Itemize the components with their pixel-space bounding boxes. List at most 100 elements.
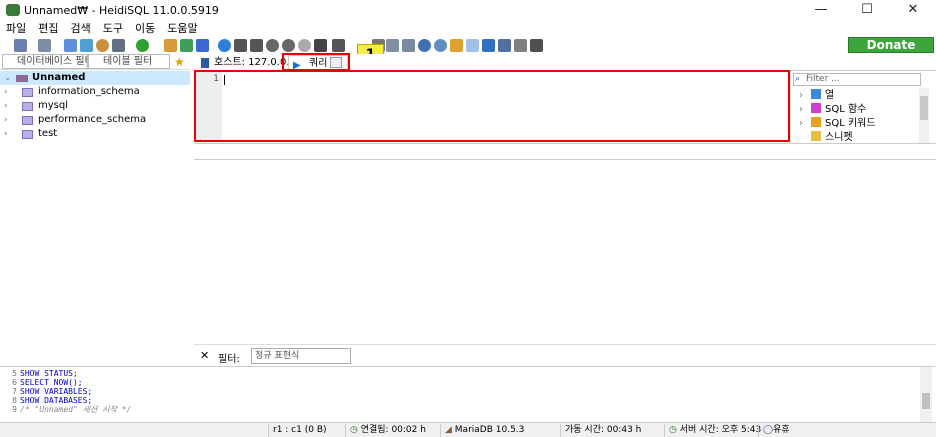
helpers-filter-input[interactable]: Filter ... [793,73,921,86]
server-icon [16,75,28,82]
print-icon[interactable] [112,39,125,52]
close-button[interactable]: ✕ [890,0,936,20]
wrap-icon[interactable] [498,39,511,52]
log-line: 6 SELECT NOW(); [12,378,83,387]
chevron-right-icon[interactable]: › [799,90,803,101]
line-number-gutter: 1 [196,72,222,140]
main-toolbar [0,36,936,54]
apply-icon[interactable] [298,39,311,52]
helper-label: SQL 키워드 [825,118,876,129]
close-tab-icon[interactable] [530,39,543,52]
filter-icon[interactable] [466,39,479,52]
log-line: 7 SHOW VARIABLES; [12,387,93,396]
close-filter-icon[interactable]: ✕ [200,349,209,362]
donate-button[interactable]: Donate [848,37,934,53]
chevron-right-icon[interactable]: › [4,113,8,127]
text-cursor [224,75,225,85]
results-area [194,160,936,344]
paste-icon[interactable] [80,39,93,52]
disconnect-icon[interactable] [38,39,51,52]
replace-icon[interactable] [434,39,447,52]
status-bar: r1 : c1 (0 B) ◷ 연결됨: 00:02 h ◢ MariaDB 1… [0,422,936,437]
key-icon [811,117,821,127]
database-icon [22,130,33,139]
chevron-right-icon[interactable]: › [4,99,8,113]
database-icon [22,102,33,111]
binary-icon[interactable] [482,39,495,52]
title-bar: Unnamed₩ - HeidiSQL 11.0.0.5919 — ☐ ✕ [0,0,936,20]
status-server-time: ◷ 서버 시간: 오후 5:43 [664,424,761,437]
session-name: Unnamed [32,72,86,83]
query-tab-highlight [282,53,350,71]
refresh-icon[interactable] [136,39,149,52]
chevron-right-icon[interactable]: › [799,104,803,115]
last-icon[interactable] [250,39,263,52]
transfer-icon[interactable] [196,39,209,52]
clear-icon[interactable] [450,39,463,52]
help-icon[interactable] [218,39,231,52]
find-icon[interactable] [418,39,431,52]
clock-icon: ◷ [350,425,361,435]
helper-item-functions[interactable]: › SQL 함수 [799,103,866,117]
delete-icon[interactable] [282,39,295,52]
status-connected: ◷ 연결됨: 00:02 h [345,424,426,437]
export-icon[interactable] [180,39,193,52]
database-name: test [38,128,58,139]
window-title: Unnamed₩ - HeidiSQL 11.0.0.5919 [24,4,219,17]
helper-item-columns[interactable]: › 열 [799,89,834,103]
copy-icon[interactable] [64,39,77,52]
query-helpers-panel: Filter ... ⌕ ›열 › SQL 함수 › SQL 키워드 ›스니펫 [790,71,930,145]
scrollbar-thumb[interactable] [920,96,928,120]
search-icon: ⌕ [795,74,801,84]
connect-icon[interactable] [14,39,27,52]
editor-results-splitter[interactable] [194,143,936,160]
tree-root-session[interactable]: ⌄ Unnamed [0,71,190,85]
result-filter-bar: ✕ 필터: 정규 표현식 [194,344,936,366]
clock-icon: ◷ [669,425,680,435]
first-icon[interactable] [234,39,247,52]
helper-label: SQL 함수 [825,104,867,115]
nulls-icon[interactable] [514,39,527,52]
load-icon[interactable] [402,39,415,52]
scrollbar-thumb[interactable] [922,393,930,409]
favorite-star-icon[interactable]: ★ [174,55,185,69]
save-icon[interactable] [386,39,399,52]
regex-filter-input[interactable]: 정규 표현식 [251,348,351,364]
add-icon[interactable] [266,39,279,52]
log-line: 9/* "Unnamed" 세션 시작 */ [12,405,132,414]
database-name: performance_schema [38,114,147,125]
run-icon[interactable] [332,39,345,52]
host-icon [201,58,209,68]
sql-log-panel: 5 SHOW STATUS; 6 SELECT NOW(); 7 SHOW VARIA… [0,366,936,422]
minimize-button[interactable]: — [798,0,844,20]
lightning-icon [811,103,821,113]
log-scrollbar[interactable] [920,367,932,422]
idle-icon: ◯ [763,425,774,435]
log-line: 5 SHOW STATUS; [12,369,78,378]
sql-editor[interactable]: 1 [194,70,790,142]
database-filter-input[interactable]: 데이터베이스 필터 [2,54,88,69]
helper-item-keywords[interactable]: › SQL 키워드 [799,117,876,131]
chevron-down-icon[interactable]: ⌄ [4,71,12,85]
chevron-right-icon[interactable]: › [799,118,803,129]
heidisql-app-icon [6,4,20,16]
maximize-button[interactable]: ☐ [844,0,890,20]
log-line: 8 SHOW DATABASES; [12,396,93,405]
status-state: ◯유휴 [758,424,790,437]
database-icon [22,116,33,125]
chevron-right-icon[interactable]: › [4,127,8,141]
cancel-icon[interactable] [314,39,327,52]
helper-item-snippets[interactable]: ›스니펫 [799,131,853,143]
database-tree: ⌄ Unnamed › information_schema › mysql ›… [0,70,190,365]
tree-filter-bar: 데이터베이스 필터 테이블 필터 ★ [0,54,190,70]
filter-label: 필터: [218,354,240,365]
chevron-right-icon[interactable]: › [4,85,8,99]
users-icon[interactable] [164,39,177,52]
columns-icon [811,89,821,99]
status-position: r1 : c1 (0 B) [268,424,327,437]
database-name: mysql [38,100,68,111]
undo-icon[interactable] [96,39,109,52]
folder-icon [811,131,821,141]
table-filter-input[interactable]: 테이블 필터 [88,54,170,69]
helpers-scrollbar[interactable] [919,88,929,143]
